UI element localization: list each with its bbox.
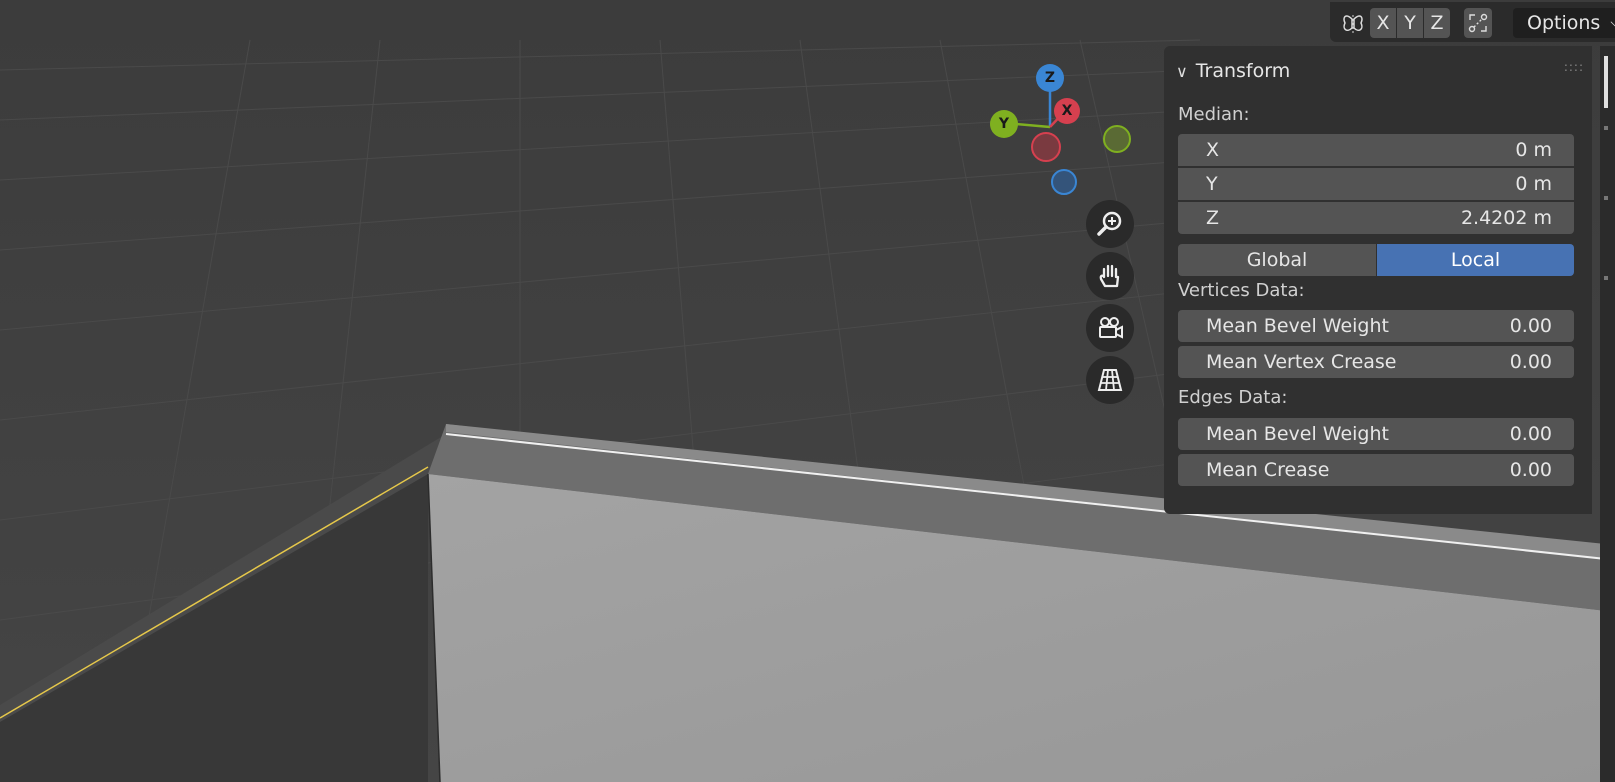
drag-grip-icon[interactable]: ::::	[1564, 60, 1584, 74]
options-label: Options	[1527, 12, 1601, 34]
edge-mean-bevel-weight-field[interactable]: Mean Bevel Weight 0.00	[1178, 418, 1574, 450]
mirror-x-toggle[interactable]: X	[1370, 8, 1396, 38]
zoom-icon	[1097, 211, 1122, 236]
pan-button[interactable]	[1086, 252, 1134, 300]
chevron-down-icon[interactable]: ∨	[1176, 62, 1188, 81]
median-y-field[interactable]: Y 0 m	[1178, 168, 1574, 200]
field-label: Mean Crease	[1206, 459, 1330, 481]
chevron-down-icon: ⌵	[1610, 15, 1615, 31]
sidebar-tabs-strip	[1600, 46, 1615, 782]
local-toggle[interactable]: Local	[1377, 244, 1574, 276]
gizmo-y-axis[interactable]: Y	[990, 110, 1018, 138]
edge-mean-crease-field[interactable]: Mean Crease 0.00	[1178, 454, 1574, 486]
edges-data-label: Edges Data:	[1178, 387, 1288, 408]
camera-view-button[interactable]	[1086, 304, 1134, 352]
field-value: 0.00	[1509, 459, 1552, 481]
field-value: 0.00	[1509, 315, 1552, 337]
field-value: 0 m	[1515, 139, 1552, 161]
field-label: Mean Bevel Weight	[1206, 315, 1389, 337]
sidebar-tab-edit[interactable]	[1604, 276, 1608, 280]
median-label: Median:	[1178, 104, 1250, 125]
sidebar-tab-tool[interactable]	[1604, 126, 1608, 130]
global-toggle[interactable]: Global	[1178, 244, 1376, 276]
sidebar-tab-view[interactable]	[1604, 196, 1608, 200]
field-label: Mean Vertex Crease	[1206, 351, 1397, 373]
camera-icon	[1099, 317, 1123, 339]
field-label: Mean Bevel Weight	[1206, 423, 1389, 445]
gizmo-neg-x-axis[interactable]	[1031, 132, 1061, 162]
hand-pan-icon	[1099, 264, 1120, 288]
gizmo-neg-z-axis[interactable]	[1051, 169, 1077, 195]
field-value: 2.4202 m	[1460, 207, 1552, 229]
ortho-toggle-button[interactable]	[1086, 356, 1134, 404]
field-label: X	[1206, 139, 1220, 161]
mirror-z-toggle[interactable]: Z	[1424, 8, 1450, 38]
zoom-button[interactable]	[1086, 200, 1134, 248]
field-value: 0.00	[1509, 351, 1552, 373]
mirror-butterfly-icon[interactable]	[1340, 10, 1366, 38]
vertex-mean-bevel-weight-field[interactable]: Mean Bevel Weight 0.00	[1178, 310, 1574, 342]
field-label: Y	[1206, 173, 1218, 195]
vertices-data-label: Vertices Data:	[1178, 280, 1305, 301]
ortho-grid-icon	[1097, 369, 1123, 391]
gizmo-neg-y-axis[interactable]	[1103, 125, 1131, 153]
panel-title: Transform	[1195, 60, 1291, 82]
vertex-mean-crease-field[interactable]: Mean Vertex Crease 0.00	[1178, 346, 1574, 378]
field-value: 0.00	[1509, 423, 1552, 445]
field-value: 0 m	[1515, 173, 1552, 195]
navigation-gizmo[interactable]: Z Y X	[990, 60, 1131, 200]
median-x-field[interactable]: X 0 m	[1178, 134, 1574, 166]
viewport-header-toolbar: X Y Z Options ⌵	[1330, 2, 1615, 42]
field-label: Z	[1206, 207, 1220, 229]
auto-merge-icon[interactable]	[1464, 8, 1492, 38]
gizmo-z-axis[interactable]: Z	[1036, 64, 1064, 92]
sidebar-tab-item[interactable]	[1604, 56, 1608, 108]
transform-panel-header[interactable]: ∨ Transform	[1176, 56, 1576, 86]
transform-panel: ∨ Transform :::: Median: X 0 m Y 0 m Z 2…	[1164, 46, 1592, 514]
gizmo-x-axis[interactable]: X	[1054, 98, 1080, 124]
mirror-y-toggle[interactable]: Y	[1397, 8, 1423, 38]
options-dropdown[interactable]: Options ⌵	[1513, 8, 1615, 38]
median-z-field[interactable]: Z 2.4202 m	[1178, 202, 1574, 234]
